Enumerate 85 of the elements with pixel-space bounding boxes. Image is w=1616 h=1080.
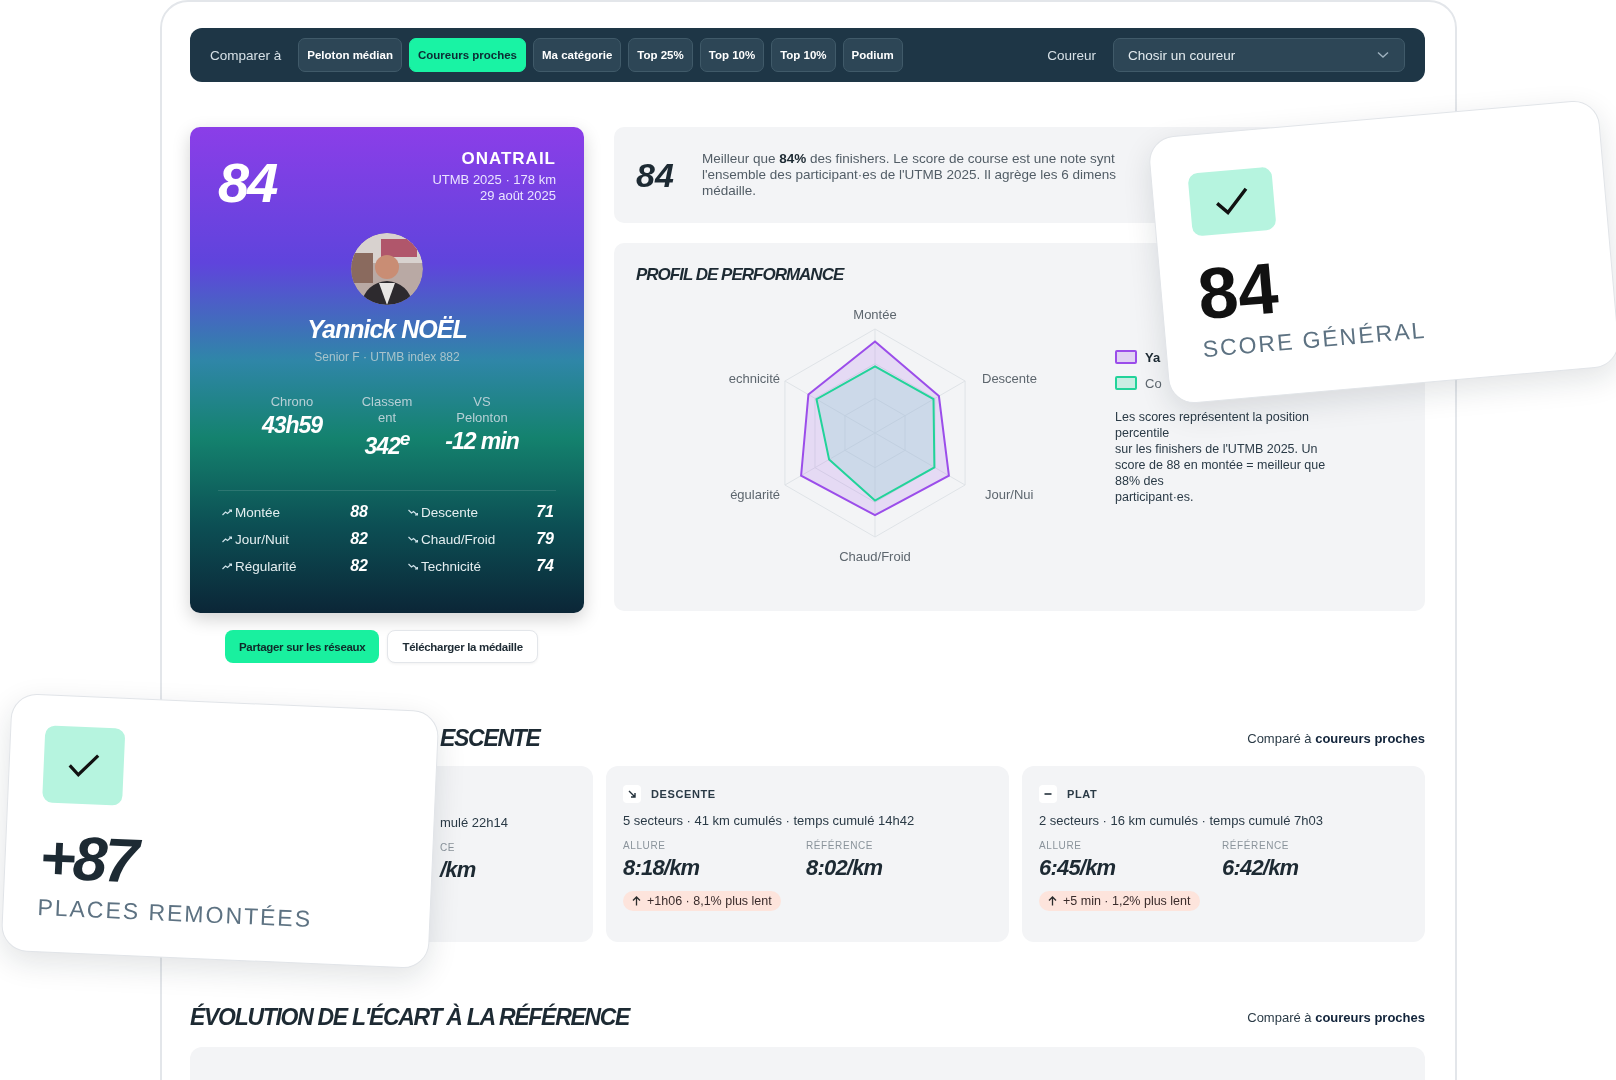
dimension-label: Régularité — [235, 558, 298, 574]
axis-label: echnicité — [728, 371, 780, 386]
dimension-score: 74 — [536, 557, 554, 576]
section-title: PROFIL DE PERFORMANCE — [636, 265, 844, 285]
section-title: ÉVOLUTION DE L'ÉCART À LA RÉFÉRENCE — [190, 1004, 630, 1031]
delta-text: +5 min · 1,2% plus lent — [1063, 894, 1191, 908]
trend-up-icon — [222, 562, 232, 570]
metric-value: 8:18/km — [623, 855, 701, 881]
arrow-up-icon — [632, 896, 641, 906]
metric-label: CE — [440, 842, 457, 853]
filter-chip[interactable]: Coureurs proches — [408, 38, 526, 72]
dimension-label: Technicité — [421, 558, 483, 574]
axis-label: Jour/Nui — [985, 487, 1034, 502]
legend-label: Ya — [1145, 349, 1161, 365]
stat-label: Chrono — [269, 394, 315, 410]
filter-chip[interactable]: Podium — [842, 38, 903, 72]
axis-label: égularité — [730, 487, 780, 502]
trend-down-icon — [408, 535, 418, 543]
filter-chip[interactable]: Top 10% — [699, 38, 765, 72]
filter-chip[interactable]: Top 10% — [771, 38, 836, 72]
runner-select[interactable]: Chosir un coureur — [1113, 38, 1405, 72]
summary-text: Meilleur que 84% des finishers. Le score de course est une note synt — [702, 151, 1116, 167]
dimension-score: 82 — [350, 530, 368, 549]
dimension-score: 71 — [536, 503, 554, 522]
score-value: 84 — [636, 155, 675, 195]
stat-value: -12 min — [445, 428, 519, 455]
metric-value: /km — [440, 857, 477, 883]
race-info: UTMB 2025 · 178 km — [432, 172, 556, 188]
highlight-value: 84 — [1194, 251, 1281, 331]
sector-title: PLAT — [1067, 788, 1098, 800]
metric-label: ALLURE — [1039, 840, 1083, 851]
sector-summary: mulé 22h14 — [440, 815, 509, 830]
dimension-score: 79 — [536, 530, 554, 549]
dimension-label: Montée — [235, 504, 282, 520]
trend-down-icon — [408, 562, 418, 570]
metric-label: RÉFÉRENCE — [806, 840, 875, 851]
summary-text: médaille. — [702, 183, 758, 199]
brand-logo: ONATRAIL — [461, 149, 556, 169]
stat-label: Classement — [360, 394, 414, 426]
metric-value: 6:42/km — [1222, 855, 1300, 881]
chart-note: Les scores représentent la position percentile sur les finishers de l'UTMB 2025. Un score de 88 en montée = meilleur que 88% des participant·es. — [1115, 409, 1327, 505]
stat-value: 43h59 — [261, 412, 323, 439]
minus-icon — [1039, 785, 1057, 803]
runner-name: Yannick NOËL — [307, 315, 467, 344]
chevron-down-icon — [1377, 51, 1389, 59]
compare-label: Comparer à — [210, 47, 282, 63]
trend-up-icon — [222, 535, 232, 543]
arrow-up-icon — [1048, 896, 1057, 906]
download-button[interactable]: Télécharger la médaille — [387, 630, 538, 663]
runner-category: Senior F · UTMB index 882 — [314, 350, 460, 364]
dimension-score: 88 — [350, 503, 368, 522]
metric-label: ALLURE — [623, 840, 667, 851]
metric-value: 8:02/km — [806, 855, 884, 881]
runner-label: Coureur — [1047, 47, 1096, 63]
summary-text: l'ensemble des participant·es de l'UTMB 2025. Il agrège les 6 dimens — [702, 167, 1117, 183]
sector-title: DESCENTE — [651, 788, 716, 800]
axis-label: Montée — [853, 307, 897, 322]
sector-summary: 5 secteurs · 41 km cumulés · temps cumulé 14h42 — [623, 813, 916, 828]
dimension-label: Chaud/Froid — [421, 531, 497, 547]
medal-score: 84 — [218, 155, 277, 211]
filter-chip[interactable]: Top 25% — [628, 38, 693, 72]
arrow-down-right-icon — [623, 785, 641, 803]
metric-label: RÉFÉRENCE — [1222, 840, 1291, 851]
dimension-score: 82 — [350, 557, 368, 576]
section-title: ESCENTE — [440, 725, 540, 752]
compare-note: Comparé à coureurs proches — [1247, 731, 1425, 746]
trend-up-icon — [222, 508, 232, 516]
compare-note: Comparé à coureurs proches — [1247, 1010, 1425, 1025]
filter-chip[interactable]: Peloton médian — [298, 38, 402, 72]
share-button[interactable]: Partager sur les réseaux — [225, 630, 380, 663]
race-date: 29 août 2025 — [480, 188, 556, 204]
metric-value: 6:45/km — [1039, 855, 1117, 881]
highlight-label: PLACES REMONTÉES — [36, 894, 313, 934]
dimension-label: Descente — [421, 504, 480, 520]
stat-value: 342$^{e}$ — [364, 428, 410, 460]
trend-down-icon — [408, 508, 418, 516]
stat-label: VS Pelonton — [455, 394, 509, 426]
check-icon — [42, 725, 126, 806]
dimension-label: Jour/Nuit — [235, 531, 291, 547]
sector-summary: 2 secteurs · 16 km cumulés · temps cumulé 7h03 — [1039, 813, 1324, 828]
axis-label: Chaud/Froid — [839, 549, 911, 564]
filter-chip[interactable]: Ma catégorie — [532, 38, 622, 72]
legend-label: Co — [1145, 375, 1162, 391]
axis-label: Descente — [982, 371, 1037, 386]
delta-text: +1h06 · 8,1% plus lent — [647, 894, 772, 908]
